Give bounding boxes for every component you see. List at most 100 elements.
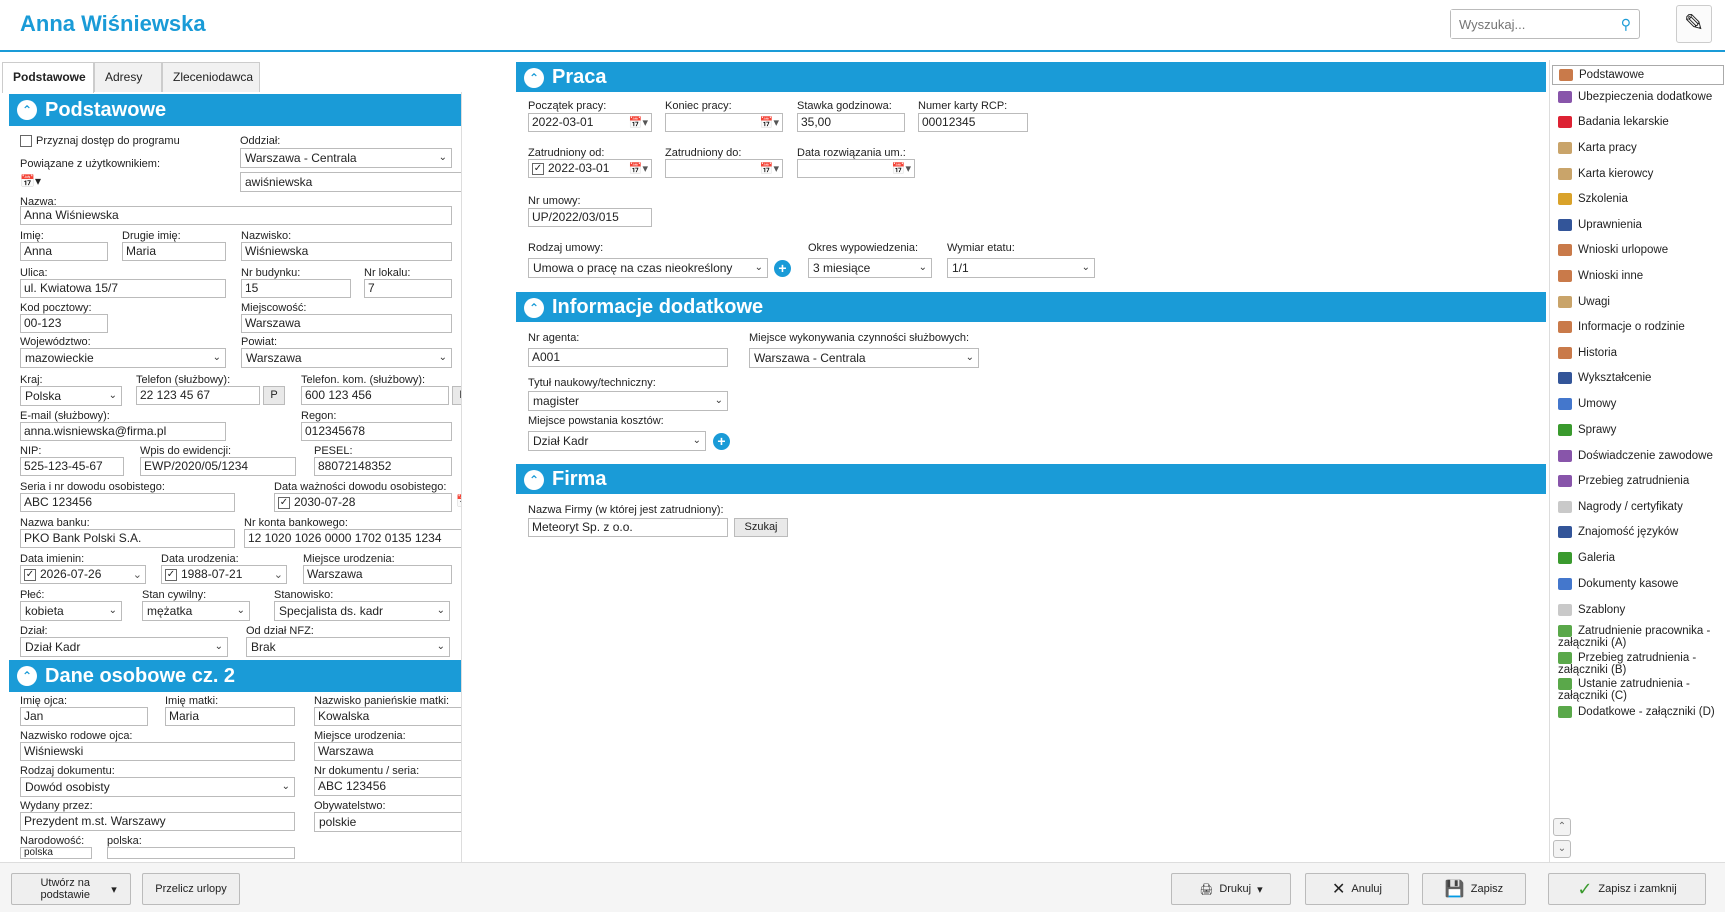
narod-input[interactable]: polska [20,847,92,859]
calendar-icon[interactable]: 📅▾ [760,115,779,131]
nav-item[interactable]: Dodatkowe - załączniki (D) [1558,706,1718,718]
collapse-icon[interactable]: ⌃ [524,470,544,490]
stawka-input[interactable]: 35,00 [797,113,905,132]
nav-item[interactable]: Podstawowe [1552,65,1724,86]
nfz-select[interactable]: Brak ⌄ [246,637,450,657]
uzytkownik-select[interactable]: awiśniewska⌄ [240,172,461,192]
firma-input[interactable]: Meteoryt Sp. z o.o. [528,518,728,537]
collapse-icon[interactable]: ⌃ [524,68,544,88]
add-koszt-icon[interactable]: + [713,433,730,450]
scroll-up-icon[interactable]: ⌃ [1553,818,1571,836]
tel-p-button[interactable]: P [263,386,285,405]
przelicz-button[interactable]: Przelicz urlopy [142,873,240,905]
tab-podstawowe[interactable]: Podstawowe [2,62,94,93]
nrdok-input[interactable]: ABC 123456 [314,777,461,796]
nav-item[interactable]: Wnioski urlopowe [1558,244,1668,256]
tab-zleceniodawca[interactable]: Zleceniodawca [162,62,260,92]
kod-input[interactable]: 00-123 [20,314,108,333]
checkbox-checked-icon[interactable]: ✓ [24,568,36,581]
utworz-button[interactable]: Utwórz na podstawie ▾ [11,873,131,905]
koniec-input[interactable]: 📅▾ [665,113,783,132]
etat-select[interactable]: 1/1 ⌄ [947,258,1095,278]
chevron-down-icon[interactable]: ▾ [111,883,117,896]
calendar-dropdown-icon[interactable]: 📅 [456,494,461,508]
panienskie-input[interactable]: Kowalska [314,707,461,726]
nav-item[interactable]: Wnioski inne [1558,270,1643,282]
wpis-input[interactable]: EWP/2020/05/1234 [140,457,296,476]
nav-item[interactable]: Dokumenty kasowe [1558,578,1678,590]
search-input[interactable] [1451,10,1611,38]
scroll-down-icon[interactable]: ⌄ [1553,840,1571,858]
section-podstawowe-header[interactable]: ⌃ Podstawowe [9,94,461,126]
edit-note-icon[interactable]: ✎ [1676,5,1712,43]
nav-item[interactable]: Galeria [1558,552,1615,564]
nav-item[interactable]: Karta pracy [1558,142,1637,154]
anuluj-button[interactable]: ✕ Anuluj [1305,873,1409,905]
ojciec-input[interactable]: Jan [20,707,148,726]
drukuj-button[interactable]: 🖨 Drukuj ▾ [1171,873,1291,905]
checkbox-checked-icon[interactable]: ✓ [278,496,290,509]
nav-item[interactable]: Szkolenia [1558,193,1628,205]
section-firma-header[interactable]: ⌃ Firma [516,464,1546,494]
ulica-input[interactable]: ul. Kwiatowa 15/7 [20,279,226,298]
plec-select[interactable]: kobieta ⌄ [20,601,122,621]
telkom-input[interactable]: 600 123 456 [301,386,449,405]
drugie-input[interactable]: Maria [122,242,226,261]
bank-input[interactable]: PKO Bank Polski S.A. [20,529,235,548]
zatrdo-input[interactable]: 📅▾ [665,159,783,178]
dimien-input[interactable]: ✓ 2026-07-26 ⌄ [20,565,146,584]
search-icon[interactable]: ⚲ [1621,16,1631,33]
zapisz-zamknij-button[interactable]: ✓ Zapisz i zamknij [1548,873,1706,905]
nav-item[interactable]: Uprawnienia [1558,219,1642,231]
mur-input[interactable]: Warszawa [303,565,452,584]
email-input[interactable]: anna.wisniewska@firma.pl [20,422,226,441]
chevron-down-icon[interactable]: ▾ [1257,883,1263,896]
miejsce-select[interactable]: Warszawa - Centrala ⌄ [749,348,979,368]
nrbud-input[interactable]: 15 [241,279,351,298]
nav-item[interactable]: Ustanie zatrudnienia - załączniki (C) [1558,678,1718,702]
matka-input[interactable]: Maria [165,707,295,726]
dzial-select[interactable]: Dział Kadr ⌄ [20,637,228,657]
rozw-input[interactable]: 📅▾ [797,159,915,178]
section-dane2-header[interactable]: ⌃ Dane osobowe cz. 2 [9,660,461,692]
nip-input[interactable]: 525-123-45-67 [20,457,124,476]
nav-item[interactable]: Badania lekarskie [1558,116,1669,128]
collapse-icon[interactable]: ⌃ [17,666,37,686]
nav-item[interactable]: Doświadczenie zawodowe [1558,450,1713,462]
section-praca-header[interactable]: ⌃ Praca [516,62,1546,92]
nav-item[interactable]: Zatrudnienie pracownika - załączniki (A) [1558,625,1718,649]
nav-item[interactable]: Ubezpieczenia dodatkowe [1558,91,1712,103]
nav-item[interactable]: Znajomość języków [1558,526,1678,538]
nav-item[interactable]: Przebieg zatrudnienia - załączniki (B) [1558,652,1718,676]
szukaj-button[interactable]: Szukaj [734,518,788,537]
nav-item[interactable]: Uwagi [1558,296,1610,308]
tel-input[interactable]: 22 123 45 67 [136,386,260,405]
wydany-input[interactable]: Prezydent m.st. Warszawy [20,812,295,831]
chevron-down-icon[interactable]: ⌄ [274,567,283,583]
zapisz-button[interactable]: 💾 Zapisz [1422,873,1526,905]
add-stanowisko-icon[interactable]: + [461,602,462,619]
calendar-icon[interactable]: 📅▾ [629,161,648,177]
umowa-input[interactable]: UP/2022/03/015 [528,208,652,227]
dowod-input[interactable]: ABC 123456 [20,493,235,512]
stan-select[interactable]: mężatka ⌄ [142,601,250,621]
miejsc-input[interactable]: Warszawa [241,314,452,333]
calendar-icon[interactable]: 📅▾ [629,115,648,131]
collapse-icon[interactable]: ⌃ [524,298,544,318]
nav-item[interactable]: Wykształcenie [1558,372,1651,384]
dur-input[interactable]: ✓ 1988-07-21 ⌄ [161,565,287,584]
rcp-input[interactable]: 00012345 [918,113,1028,132]
calendar-icon[interactable]: 📅▾ [760,161,779,177]
regon-input[interactable]: 012345678 [301,422,452,441]
powiat-select[interactable]: Warszawa ⌄ [241,348,452,368]
okres-select[interactable]: 3 miesiące ⌄ [808,258,932,278]
obyw-select[interactable]: polskie ⌄ [314,812,461,832]
nazwisko-input[interactable]: Wiśniewska [241,242,452,261]
telkom-p-button[interactable]: P [452,386,461,405]
collapse-icon[interactable]: ⌃ [17,100,37,120]
tab-adresy[interactable]: Adresy [94,62,162,92]
checkbox-checked-icon[interactable]: ✓ [532,162,544,175]
nrlok-input[interactable]: 7 [364,279,452,298]
search-box[interactable]: ⚲ [1450,9,1640,39]
koszt-select[interactable]: Dział Kadr ⌄ [528,431,706,451]
